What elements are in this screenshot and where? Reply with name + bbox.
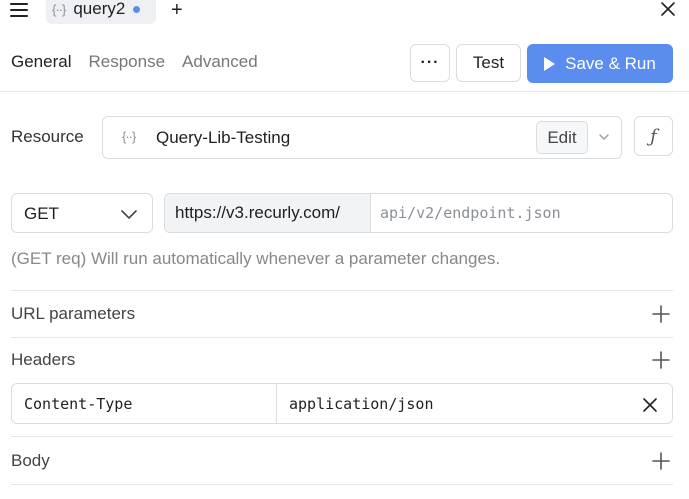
header-row bbox=[11, 383, 673, 424]
endpoint-path-input[interactable] bbox=[371, 194, 672, 232]
url-field: https://v3.recurly.com/ bbox=[164, 193, 673, 233]
http-method-select[interactable]: GET bbox=[11, 193, 153, 233]
add-body-plus-icon[interactable] bbox=[652, 452, 670, 470]
divider bbox=[11, 337, 673, 338]
more-options-button[interactable]: ··· bbox=[410, 44, 450, 82]
function-button[interactable]: ƒ bbox=[634, 116, 673, 156]
add-url-parameter-plus-icon[interactable] bbox=[652, 305, 670, 323]
unsaved-dot bbox=[133, 5, 141, 13]
close-icon[interactable] bbox=[660, 1, 676, 17]
chevron-down-icon bbox=[121, 210, 137, 220]
test-button[interactable]: Test bbox=[456, 44, 521, 82]
play-icon bbox=[544, 56, 556, 71]
run-hint: (GET req) Will run automatically wheneve… bbox=[11, 249, 501, 268]
divider bbox=[11, 436, 673, 437]
body-title: Body bbox=[11, 451, 50, 470]
resource-name: Query-Lib-Testing bbox=[156, 128, 291, 147]
remove-header-close-icon[interactable] bbox=[642, 397, 658, 413]
tab-label: query2 bbox=[73, 0, 126, 18]
url-parameters-title: URL parameters bbox=[11, 304, 136, 323]
save-and-run-button[interactable]: Save & Run bbox=[527, 44, 673, 83]
tab-advanced[interactable]: Advanced bbox=[182, 52, 258, 72]
tab-general[interactable]: General bbox=[11, 52, 71, 72]
divider bbox=[11, 290, 673, 291]
chevron-down-icon[interactable] bbox=[598, 132, 610, 142]
new-tab-plus-icon[interactable]: + bbox=[171, 0, 183, 20]
top-bar: {··} query2 + bbox=[0, 0, 689, 24]
edit-resource-button[interactable]: Edit bbox=[536, 121, 588, 154]
tab-response[interactable]: Response bbox=[88, 52, 165, 72]
editor-tabs: General Response Advanced bbox=[11, 52, 258, 72]
resource-label: Resource bbox=[11, 127, 84, 146]
base-url: https://v3.recurly.com/ bbox=[165, 194, 371, 232]
query-braces-icon: {··} bbox=[52, 1, 66, 17]
save-and-run-label: Save & Run bbox=[565, 53, 656, 73]
tab-query2[interactable]: {··} query2 bbox=[46, 0, 156, 24]
divider bbox=[11, 484, 673, 485]
hamburger-icon[interactable] bbox=[10, 2, 28, 18]
header-value-input[interactable] bbox=[277, 384, 627, 423]
resource-braces-icon: {··} bbox=[122, 129, 136, 144]
headers-title: Headers bbox=[11, 350, 76, 369]
divider bbox=[0, 91, 689, 92]
header-key-input[interactable] bbox=[12, 384, 277, 423]
http-method-value: GET bbox=[24, 204, 59, 223]
resource-select[interactable]: {··} Query-Lib-Testing Edit bbox=[102, 116, 622, 159]
add-header-plus-icon[interactable] bbox=[652, 351, 670, 369]
